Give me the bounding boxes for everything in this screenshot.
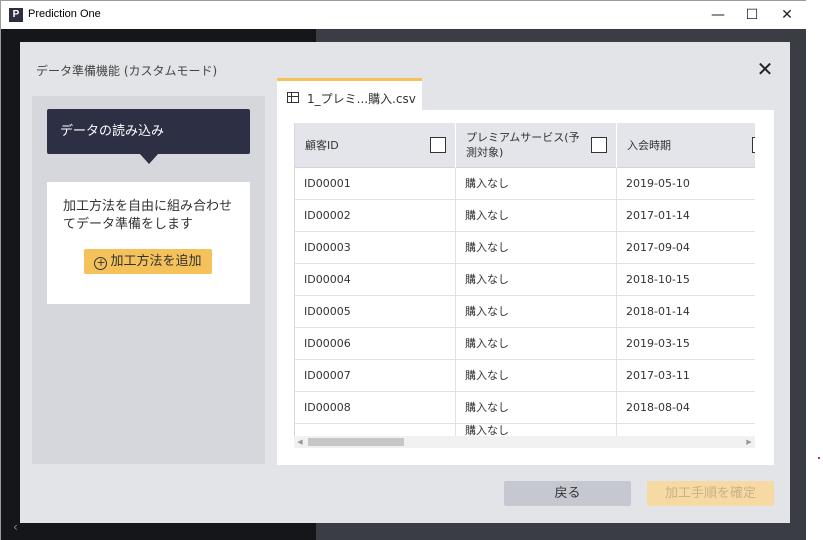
cell-join-date: 2017-03-11 [617,360,755,392]
cell-customer-id: ID00001 [295,168,456,200]
scrollbar-thumb[interactable] [308,438,404,446]
title-bar: P Prediction One — ☐ ✕ [1,1,806,29]
back-arrow-icon[interactable]: ‹ [13,520,18,534]
tab-label: 1_プレミ...購入.csv [307,92,416,106]
table-row: ID00003 購入なし 2017-09-04 [295,232,755,264]
column-header-premium-service[interactable]: プレミアムサービス(予測対象) [456,123,617,168]
add-processing-button[interactable]: + 加工方法を追加 [84,249,212,274]
back-button[interactable]: 戻る [504,481,631,506]
table-icon [287,92,299,103]
cell-join-date: 2017-01-14 [617,200,755,232]
cell-customer-id: ID00005 [295,296,456,328]
app-logo-icon: P [9,8,23,22]
cell-join-date: 2019-03-15 [617,328,755,360]
info-card: 加工方法を自由に組み合わせてデータ準備をします + 加工方法を追加 [47,182,250,304]
horizontal-scrollbar[interactable]: ◀ ▶ [294,436,755,448]
steps-panel: データの読み込み 加工方法を自由に組み合わせてデータ準備をします + 加工方法を追… [32,96,265,464]
grid-body: ID00001 購入なし 2019-05-10 ID00002 購入なし 201… [295,168,755,436]
data-preview-panel: 顧客ID プレミアムサービス(予測対象) 入会時期 ID00001 購入なし 2… [277,110,774,465]
cell-premium-service: 購入なし [456,296,617,328]
column-checkbox[interactable] [591,137,607,153]
cell-premium-service: 購入なし [456,264,617,296]
cell-premium-service: 購入なし [456,328,617,360]
table-row: ID00004 購入なし 2018-10-15 [295,264,755,296]
cell-customer-id: ID00002 [295,200,456,232]
cell-premium-service: 購入なし [456,360,617,392]
cell-join-date: 2018-08-04 [617,392,755,424]
cell-join-date: 2019-05-10 [617,168,755,200]
table-row: ID00005 購入なし 2018-01-14 [295,296,755,328]
step-arrow-icon [140,154,158,164]
column-header-label: 顧客ID [305,139,339,152]
cell-customer-id: ID00008 [295,392,456,424]
table-row: 購入なし [295,424,755,436]
data-prep-dialog: データ準備機能 (カスタムモード) ✕ データの読み込み 加工方法を自由に組み合… [20,42,790,523]
info-text: 加工方法を自由に組み合わせてデータ準備をします [63,199,233,232]
minimize-button[interactable]: — [701,1,735,29]
cell-premium-service: 購入なし [456,424,617,436]
red-marker [818,457,820,459]
table-row: ID00001 購入なし 2019-05-10 [295,168,755,200]
cell-join-date: 2017-09-04 [617,232,755,264]
dialog-title: データ準備機能 (カスタムモード) [36,64,218,78]
column-checkbox[interactable] [430,137,446,153]
confirm-steps-button[interactable]: 加工手順を確定 [647,481,774,506]
table-row: ID00008 購入なし 2018-08-04 [295,392,755,424]
cell-premium-service: 購入なし [456,200,617,232]
add-processing-label: 加工方法を追加 [110,254,202,269]
scroll-right-icon[interactable]: ▶ [743,436,755,448]
table-row: ID00006 購入なし 2019-03-15 [295,328,755,360]
table-row: ID00002 購入なし 2017-01-14 [295,200,755,232]
step-card-load-data[interactable]: データの読み込み [47,109,250,154]
cell-join-date [617,424,755,436]
cell-join-date: 2018-10-15 [617,264,755,296]
plus-circle-icon: + [94,256,108,270]
maximize-button[interactable]: ☐ [735,1,769,29]
tab-csv-file[interactable]: 1_プレミ...購入.csv [277,78,422,113]
window-close-button[interactable]: ✕ [770,1,804,29]
cell-premium-service: 購入なし [456,392,617,424]
cell-customer-id: ID00004 [295,264,456,296]
cell-join-date: 2018-01-14 [617,296,755,328]
column-header-label: プレミアムサービス(予測対象) [466,131,580,159]
cell-customer-id: ID00006 [295,328,456,360]
scroll-left-icon[interactable]: ◀ [294,436,306,448]
column-header-label: 入会時期 [627,139,671,152]
column-header-join-date[interactable]: 入会時期 [617,123,755,168]
data-grid: 顧客ID プレミアムサービス(予測対象) 入会時期 ID00001 購入なし 2… [294,123,755,436]
cell-premium-service: 購入なし [456,168,617,200]
cell-customer-id: ID00007 [295,360,456,392]
table-row: ID00007 購入なし 2017-03-11 [295,360,755,392]
cell-premium-service: 購入なし [456,232,617,264]
cell-customer-id [295,424,456,436]
cell-customer-id: ID00003 [295,232,456,264]
grid-header: 顧客ID プレミアムサービス(予測対象) 入会時期 [295,123,755,168]
column-checkbox[interactable] [752,137,755,153]
app-title: Prediction One [28,8,101,20]
column-header-customer-id[interactable]: 顧客ID [295,123,456,168]
dialog-close-icon[interactable]: ✕ [754,58,776,80]
app-window: P Prediction One — ☐ ✕ ‹ データ準備機能 (カスタムモー… [0,0,806,540]
